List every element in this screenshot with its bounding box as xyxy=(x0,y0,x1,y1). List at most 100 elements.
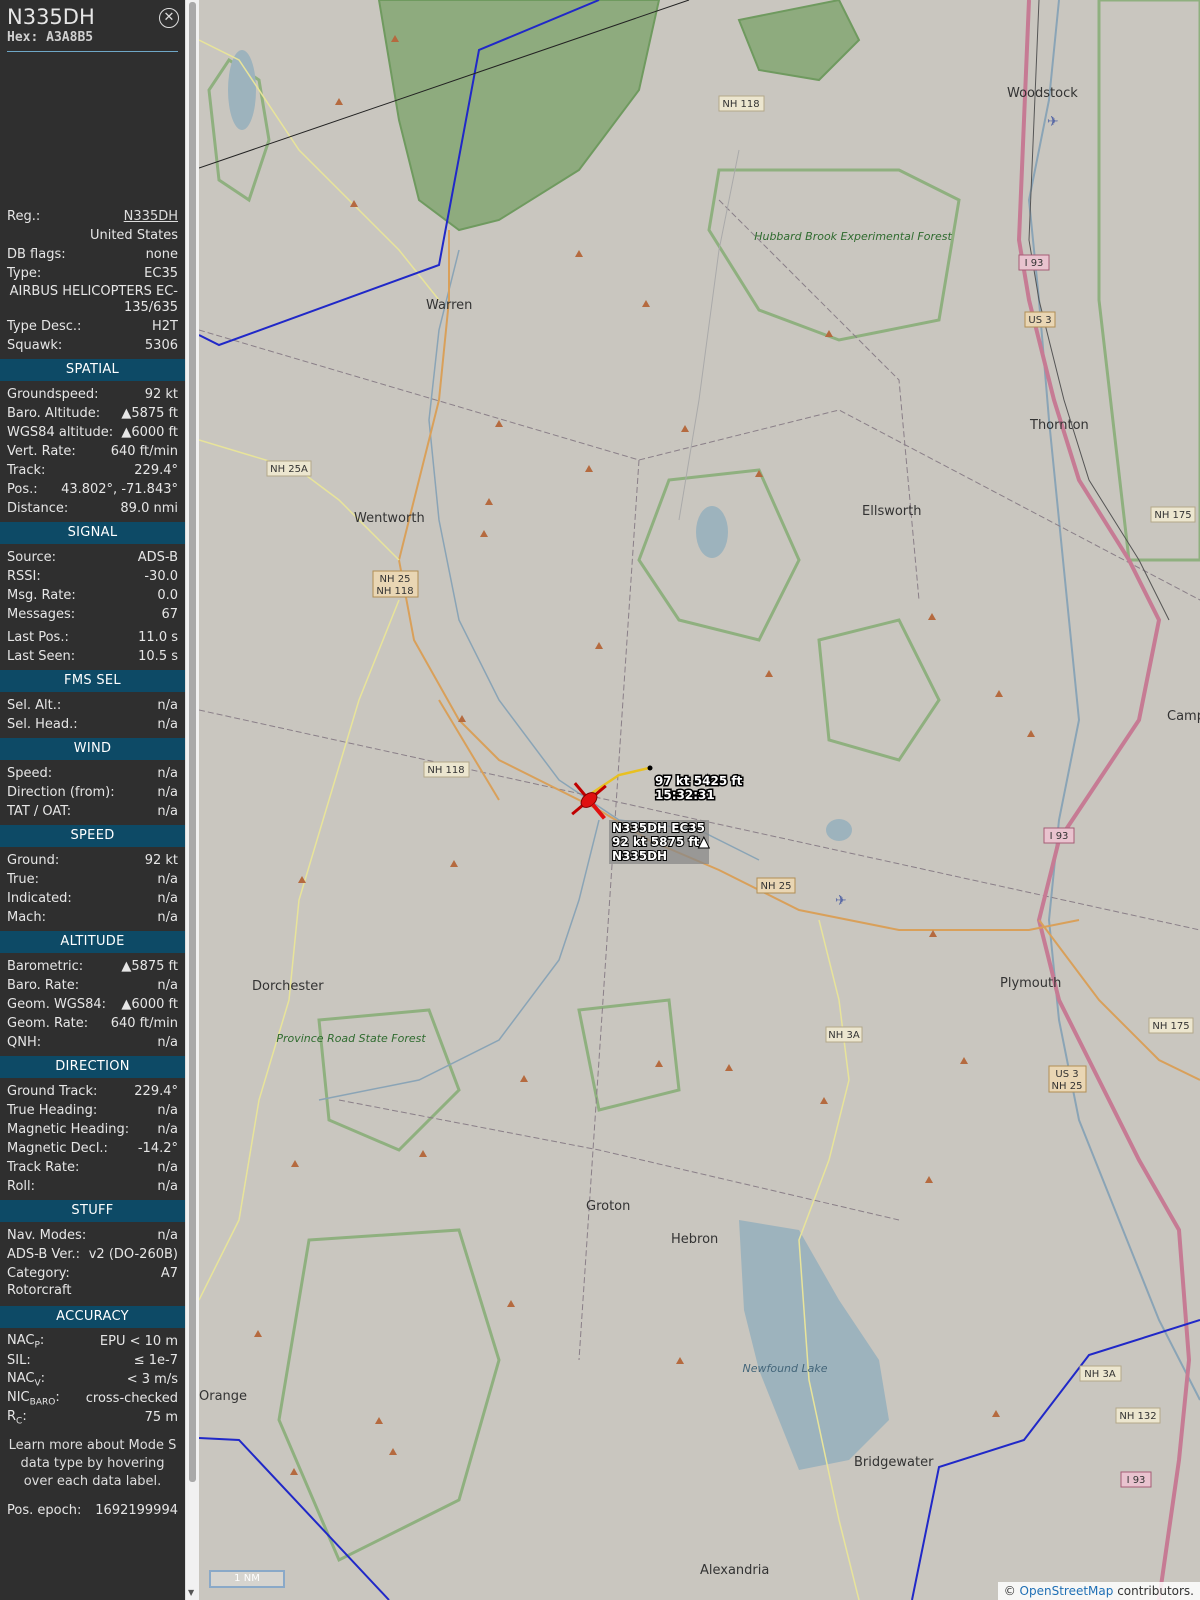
section-header-wind[interactable]: WIND xyxy=(0,738,185,760)
baro-rate-label: Baro. Rate: xyxy=(7,978,80,993)
road-shield-label: US 3 xyxy=(1055,1069,1078,1080)
ground-label: Ground: xyxy=(7,853,60,868)
groundspeed-value: 92 kt xyxy=(144,387,178,402)
track-rate-row: Track Rate: n/a xyxy=(0,1158,185,1177)
river xyxy=(318,819,600,1101)
section-header-fms-sel[interactable]: FMS SEL xyxy=(0,670,185,692)
road xyxy=(199,439,400,561)
forest-label: Hubbard Brook Experimental Forest xyxy=(754,230,952,243)
distance-value: 89.0 nmi xyxy=(120,501,178,516)
rc-value: 75 m xyxy=(144,1410,178,1425)
msg-rate-row: Msg. Rate: 0.0 xyxy=(0,586,185,605)
reg-value[interactable]: N335DH xyxy=(124,209,178,224)
barometric-label: Barometric: xyxy=(7,959,84,974)
qnh-value: n/a xyxy=(157,1035,178,1050)
direction-from-row: Direction (from): n/a xyxy=(0,783,185,802)
callsign-title: N335DH xyxy=(7,5,95,29)
db-flags-row: DB flags: none xyxy=(0,245,185,264)
road xyxy=(199,599,400,1301)
groundspeed-label: Groundspeed: xyxy=(7,387,99,402)
nav-modes-label: Nav. Modes: xyxy=(7,1228,87,1243)
section-header-stuff[interactable]: STUFF xyxy=(0,1200,185,1222)
town-label: Groton xyxy=(586,1199,630,1214)
msg-rate-value: 0.0 xyxy=(157,588,178,603)
wgs84-altitude-row: WGS84 altitude: ▲6000 ft xyxy=(0,423,185,442)
pos-label: Pos.: xyxy=(7,482,38,497)
last-seen-row: Last Seen: 10.5 s xyxy=(0,647,185,666)
vert-rate-label: Vert. Rate: xyxy=(7,444,76,459)
osm-link[interactable]: OpenStreetMap xyxy=(1020,1584,1114,1598)
barometric-row: Barometric: ▲5875 ft xyxy=(0,957,185,976)
other-aircraft-icon: ✈ xyxy=(835,893,847,909)
geom-rate-label: Geom. Rate: xyxy=(7,1016,89,1031)
road-shield-label: NH 118 xyxy=(376,586,413,597)
section-header-accuracy[interactable]: ACCURACY xyxy=(0,1306,185,1328)
country-row: United States xyxy=(0,226,185,245)
pos-epoch-label: Pos. epoch: xyxy=(7,1503,82,1518)
sil-row: SIL: ≤ 1e-7 xyxy=(0,1351,185,1370)
track-label: Track: xyxy=(7,463,46,478)
nicbaro-row: NICBARO: cross-checked xyxy=(0,1389,185,1408)
sel-alt-value: n/a xyxy=(157,698,178,713)
close-icon[interactable]: ✕ xyxy=(159,8,179,28)
nacp-value: EPU < 10 m xyxy=(99,1334,178,1349)
type-label: Type: xyxy=(7,266,42,281)
track-label-time: 15:32:31 xyxy=(655,788,715,802)
section-header-altitude[interactable]: ALTITUDE xyxy=(0,931,185,953)
type-desc-row: Type Desc.: H2T xyxy=(0,317,185,336)
road-shield-label: NH 118 xyxy=(722,99,759,110)
road-shield-label: I 93 xyxy=(1050,831,1069,842)
pos-row: Pos.: 43.802°, -71.843° xyxy=(0,480,185,499)
pos-epoch-row: Pos. epoch: 1692199994 xyxy=(0,1501,185,1520)
attribution-prefix: © xyxy=(1003,1584,1020,1598)
rssi-label: RSSI: xyxy=(7,569,41,584)
road-shield-label: NH 3A xyxy=(1084,1369,1116,1380)
nacv-value: < 3 m/s xyxy=(126,1372,178,1387)
track-rate-value: n/a xyxy=(157,1160,178,1175)
wgs84-altitude-value: ▲6000 ft xyxy=(121,425,178,440)
section-header-signal[interactable]: SIGNAL xyxy=(0,522,185,544)
airspace-boundary xyxy=(911,1319,1200,1600)
aircraft-info-list: Reg.: N335DH United States DB flags: none Typ… xyxy=(0,207,185,355)
type-row: Type: EC35 xyxy=(0,264,185,283)
town-label: Warren xyxy=(426,298,472,313)
rc-row: RC: 75 m xyxy=(0,1408,185,1427)
aircraft-info-sidebar: N335DH Hex: A3A8B5 ✕ Reg.: N335DH United S… xyxy=(0,0,185,1600)
type-desc-value: H2T xyxy=(152,319,178,334)
town-label: Wentworth xyxy=(354,511,425,526)
qnh-row: QNH: n/a xyxy=(0,1033,185,1052)
squawk-label: Squawk: xyxy=(7,338,63,353)
section-header-speed[interactable]: SPEED xyxy=(0,825,185,847)
geom-wgs84-label: Geom. WGS84: xyxy=(7,997,107,1012)
lake-label: Newfound Lake xyxy=(742,1362,827,1375)
track-row: Track: 229.4° xyxy=(0,461,185,480)
category-value: A7 xyxy=(160,1266,178,1281)
reg-row: Reg.: N335DH xyxy=(0,207,185,226)
true-heading-row: True Heading: n/a xyxy=(0,1101,185,1120)
scrollbar-thumb[interactable] xyxy=(189,2,196,1482)
peak-markers xyxy=(254,35,1035,1475)
road-shield-label: NH 132 xyxy=(1119,1411,1156,1422)
road-shield-label: US 3 xyxy=(1028,315,1051,326)
nicbaro-value: cross-checked xyxy=(85,1391,178,1406)
ads-b-ver-label: ADS-B Ver.: xyxy=(7,1247,80,1262)
map-view[interactable]: Woodstock Warren Thornton Ellsworth Went… xyxy=(199,0,1200,1600)
sidebar-scrollbar[interactable]: ▼ xyxy=(185,0,200,1600)
messages-label: Messages: xyxy=(7,607,76,622)
detail-sections: SPATIAL Groundspeed: 92 kt Baro. Altitude: ▲… xyxy=(0,359,185,1427)
section-header-spatial[interactable]: SPATIAL xyxy=(0,359,185,381)
road-shield-label: NH 3A xyxy=(828,1030,860,1041)
hex-value: A3A8B5 xyxy=(46,30,94,45)
indicated-row: Indicated: n/a xyxy=(0,889,185,908)
boundary-line xyxy=(718,199,920,601)
speed-label: Speed: xyxy=(7,766,53,781)
mach-label: Mach: xyxy=(7,910,46,925)
type-value: EC35 xyxy=(144,266,178,281)
tat-oat-row: TAT / OAT: n/a xyxy=(0,802,185,821)
town-label: Thornton xyxy=(1029,418,1089,433)
scroll-down-arrow-icon[interactable]: ▼ xyxy=(188,1588,194,1597)
forest-boundary xyxy=(817,618,941,762)
town-label: Hebron xyxy=(671,1232,718,1247)
town-label: Woodstock xyxy=(1007,86,1078,101)
section-header-direction[interactable]: DIRECTION xyxy=(0,1056,185,1078)
